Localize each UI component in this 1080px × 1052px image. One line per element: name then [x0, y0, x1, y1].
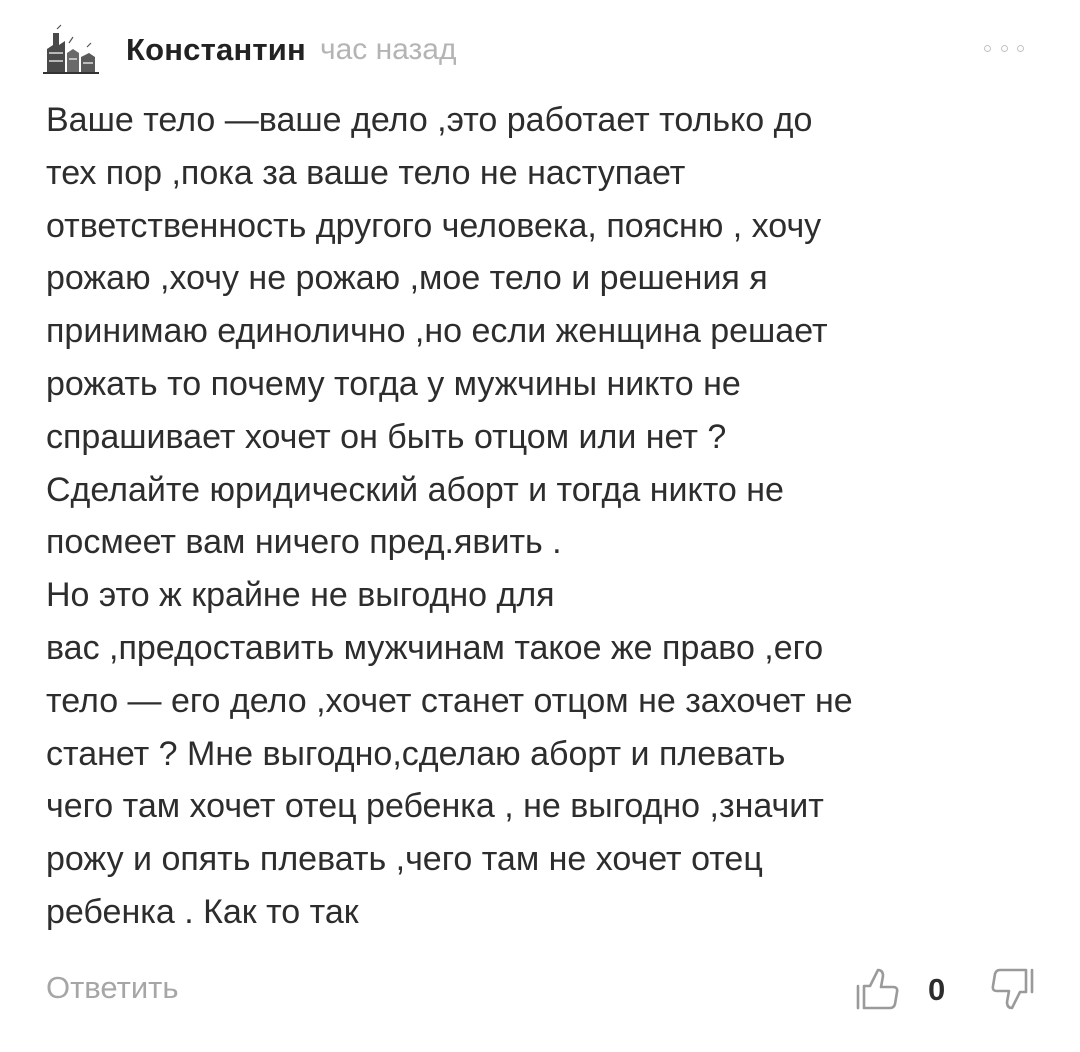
comment-text: Ваше тело —ваше дело ,это работает тольк…	[46, 94, 1046, 939]
upvote-button[interactable]	[854, 966, 900, 1017]
comment-line: посмеет вам ничего пред.явить .	[46, 523, 562, 562]
comment-line: Но это ж крайне не выгодно для	[46, 576, 555, 615]
comment-line: ответственность другого человека, поясню…	[46, 206, 822, 245]
comment-line: принимаю единолично ,но если женщина реш…	[46, 312, 828, 351]
comment-line: тело — его дело ,хочет станет отцом не з…	[46, 681, 853, 720]
comment-line: станет ? Мне выгодно,сделаю аборт и плев…	[46, 734, 786, 773]
comment-footer: Ответить 0	[46, 966, 1046, 1016]
comment-header: Константин час назад	[38, 22, 456, 78]
dot-icon	[1017, 44, 1024, 52]
thumbs-up-icon	[856, 968, 899, 1010]
comment-line: вас ,предоставить мужчинам такое же прав…	[46, 628, 824, 667]
comment-line: рожу и опять плевать ,чего там не хочет …	[46, 840, 763, 879]
comment-time: час назад	[319, 33, 457, 66]
dot-icon	[1000, 44, 1008, 52]
comment-line: рожаю ,хочу не рожаю ,мое тело и решения…	[46, 259, 768, 298]
comment-line: спрашивает хочет он быть отцом или нет ?	[46, 417, 727, 456]
comment-line: тех пор ,пока за ваше тело не наступает	[46, 153, 686, 192]
comment-line: рожать то почему тогда у мужчины никто н…	[46, 364, 741, 403]
thumbs-down-icon	[991, 968, 1034, 1010]
comment-card: Константин час назад Ваше тело —ваше дел…	[0, 0, 1080, 1052]
comment-line: Сделайте юридический аборт и тогда никто…	[46, 470, 784, 509]
dot-icon	[984, 44, 991, 52]
author-name[interactable]: Константин	[126, 32, 306, 68]
comment-line: чего там хочет отец ребенка , не выгодно…	[46, 787, 824, 826]
rating-count: 0	[928, 972, 946, 1007]
comment-line: ребенка . Как то так	[46, 892, 359, 931]
downvote-button[interactable]	[990, 966, 1036, 1017]
more-options-button[interactable]	[984, 38, 1024, 58]
comment-line: Ваше тело —ваше дело ,это работает тольк…	[46, 101, 813, 139]
avatar[interactable]	[38, 22, 104, 78]
reply-button[interactable]: Ответить	[46, 970, 179, 1006]
